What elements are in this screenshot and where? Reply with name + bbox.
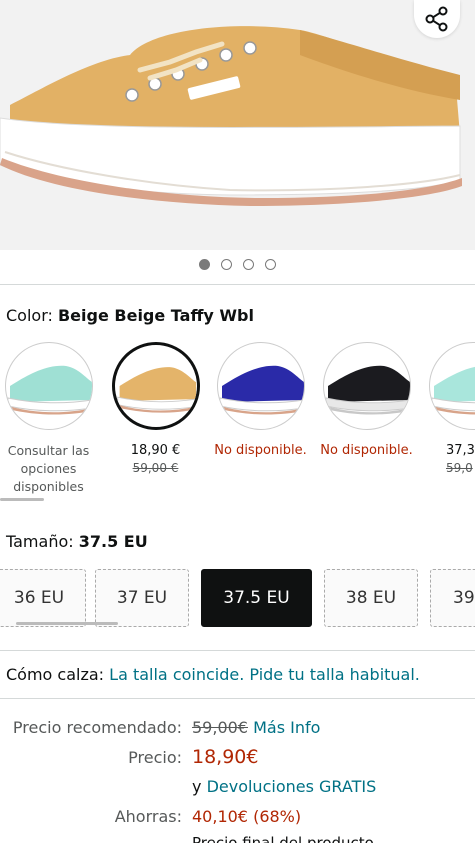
sneaker-thumbnail [431,366,475,415]
carousel-dot[interactable] [265,259,276,270]
size-option-37-5[interactable]: 37.5 EU [201,569,312,627]
share-icon [425,6,448,32]
color-swatch-mint[interactable]: Consultar las opciones disponibles [0,342,101,496]
size-selection-label: Tamaño: 37.5 EU [6,532,148,551]
sneaker-thumbnail [325,365,410,415]
size-value: 37.5 EU [78,532,148,551]
size-scroll-indicator [16,622,118,625]
fit-label: Cómo calza: [6,665,105,684]
size-option-38[interactable]: 38 EU [324,569,418,627]
sneaker-thumbnail [116,367,197,413]
size-option-39[interactable]: 39 [430,569,475,627]
size-option-36[interactable]: 36 EU [0,569,86,627]
product-image[interactable] [0,0,475,250]
swatch-image [322,342,411,430]
savings-value: 40,10€ (68%) [192,807,302,826]
divider [0,698,475,699]
fit-link[interactable]: La talla coincide. Pide tu talla habitua… [109,665,420,684]
savings-label: Ahorras: [114,807,182,826]
returns-prefix: y [192,777,202,796]
size-option-label: 36 EU [13,588,65,608]
sneaker-thumbnail [7,365,92,415]
sneaker-image [0,0,475,250]
swatch-status: No disponible. [214,443,307,458]
returns-group: y Devoluciones GRATIS [192,777,376,796]
recommended-price-value-group: 59,00€ Más Info [192,718,320,737]
free-returns-link[interactable]: Devoluciones GRATIS [207,777,377,796]
swatch-scroll-indicator [0,498,44,501]
carousel-dot[interactable] [221,259,232,270]
swatch-price: 18,90 € [130,443,181,458]
fit-info: Cómo calza: La talla coincide. Pide tu t… [6,665,420,684]
recommended-price-label: Precio recomendado: [12,718,182,737]
final-price-note: Precio final del producto [192,834,374,843]
size-options: 36 EU 37 EU 37.5 EU 38 EU 39 [0,569,475,629]
carousel-dots [0,259,475,270]
recommended-price-value: 59,00€ [192,718,248,737]
sneaker-thumbnail [219,365,304,415]
divider [0,284,475,285]
color-value: Beige Beige Taffy Wbl [57,306,254,325]
swatch-old-price: 59,0 [446,461,473,475]
color-label: Color: [6,306,53,325]
swatch-image [4,342,93,430]
color-swatches: Consultar las opciones disponibles 18,90… [0,342,475,502]
swatch-price: 37,3 [446,443,475,458]
swatch-old-price: 59,00 € [132,461,179,475]
price-value: 18,90€ [192,746,259,768]
color-swatch-aqua[interactable]: 37,3 59,0 [420,342,475,476]
color-swatch-black[interactable]: No disponible. [314,342,419,460]
color-swatch-beige[interactable]: 18,90 € 59,00 € [103,342,208,476]
size-option-37[interactable]: 37 EU [95,569,189,627]
size-option-label: 39 [453,588,475,608]
price-label: Precio: [128,748,182,767]
size-option-label: 38 EU [345,588,397,608]
size-option-label: 37 EU [116,588,168,608]
swatch-image [216,342,305,430]
carousel-dot[interactable] [199,259,210,270]
swatch-label: Consultar las opciones disponibles [7,443,90,494]
swatch-image [428,342,475,430]
swatch-image [111,342,200,430]
more-info-link[interactable]: Más Info [253,718,320,737]
carousel-dot[interactable] [243,259,254,270]
swatch-status: No disponible. [320,443,413,458]
divider [0,650,475,651]
size-label: Tamaño: [6,532,74,551]
size-option-label: 37.5 EU [223,588,290,608]
color-selection-label: Color: Beige Beige Taffy Wbl [6,306,254,325]
color-swatch-navy[interactable]: No disponible. [208,342,313,460]
